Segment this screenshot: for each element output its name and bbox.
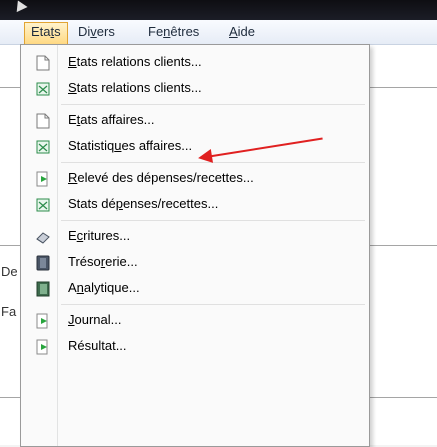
divider: [368, 397, 437, 398]
menu-item-label: Etats relations clients...: [68, 54, 202, 69]
menu-item-etats-affaires[interactable]: Etats affaires...: [24, 107, 364, 133]
background-label: De: [1, 264, 18, 279]
menu-item-stats-depenses-recettes[interactable]: Stats dépenses/recettes...: [24, 191, 364, 217]
menu-divers[interactable]: Divers: [72, 23, 121, 41]
menu-item-releve-depenses-recettes[interactable]: Relevé des dépenses/recettes...: [24, 165, 364, 191]
safe-icon: [36, 254, 50, 271]
menu-item-statistiques-affaires[interactable]: Statistiques affaires...: [24, 133, 364, 159]
menu-item-stats-relations-clients[interactable]: Stats relations clients...: [24, 75, 364, 101]
mouse-cursor-icon: [12, 0, 28, 13]
menu-separator: [61, 104, 365, 105]
menu-etats[interactable]: Etats: [24, 22, 68, 45]
menu-item-tresorerie[interactable]: Trésorerie...: [24, 249, 364, 275]
menu-item-label: Relevé des dépenses/recettes...: [68, 170, 254, 185]
menu-separator: [61, 220, 365, 221]
divider: [368, 245, 437, 246]
menu-item-label: Etats affaires...: [68, 112, 155, 127]
menu-item-label: Stats relations clients...: [68, 80, 202, 95]
menu-item-resultat[interactable]: Résultat...: [24, 333, 364, 359]
divider: [0, 397, 20, 398]
menu-item-etats-relations-clients[interactable]: Etats relations clients...: [24, 49, 364, 75]
menu-item-label: Analytique...: [68, 280, 140, 295]
annotation-arrow-head-icon: [196, 148, 214, 166]
chart-book-icon: [36, 280, 50, 297]
menu-fenetres[interactable]: Fenêtres: [142, 23, 205, 41]
export-icon: [36, 338, 50, 355]
spreadsheet-icon: [36, 80, 50, 96]
menu-item-journal[interactable]: Journal...: [24, 307, 364, 333]
menu-item-analytique[interactable]: Analytique...: [24, 275, 364, 301]
menu-item-label: Stats dépenses/recettes...: [68, 196, 219, 211]
title-bar: [0, 0, 437, 20]
eraser-icon: [36, 228, 50, 244]
menu-aide[interactable]: Aide: [223, 23, 261, 41]
export-icon: [36, 312, 50, 329]
menu-item-label: Statistiques affaires...: [68, 138, 193, 153]
divider: [0, 245, 20, 246]
menubar: Etats Divers Fenêtres Aide: [0, 20, 437, 45]
divider: [368, 87, 437, 88]
menu-item-label: Résultat...: [68, 338, 127, 353]
background-label: Fa: [1, 304, 17, 319]
spreadsheet-icon: [36, 138, 50, 154]
export-icon: [36, 170, 50, 187]
menu-item-label: Ecritures...: [68, 228, 131, 243]
menu-item-label: Trésorerie...: [68, 254, 138, 269]
document-icon: [36, 112, 50, 129]
document-icon: [36, 54, 50, 71]
divider: [0, 87, 20, 88]
etats-dropdown-menu: Etats relations clients... Stats relatio…: [20, 44, 370, 447]
menu-item-label: Journal...: [68, 312, 122, 327]
spreadsheet-icon: [36, 196, 50, 212]
menu-separator: [61, 304, 365, 305]
menu-item-ecritures[interactable]: Ecritures...: [24, 223, 364, 249]
